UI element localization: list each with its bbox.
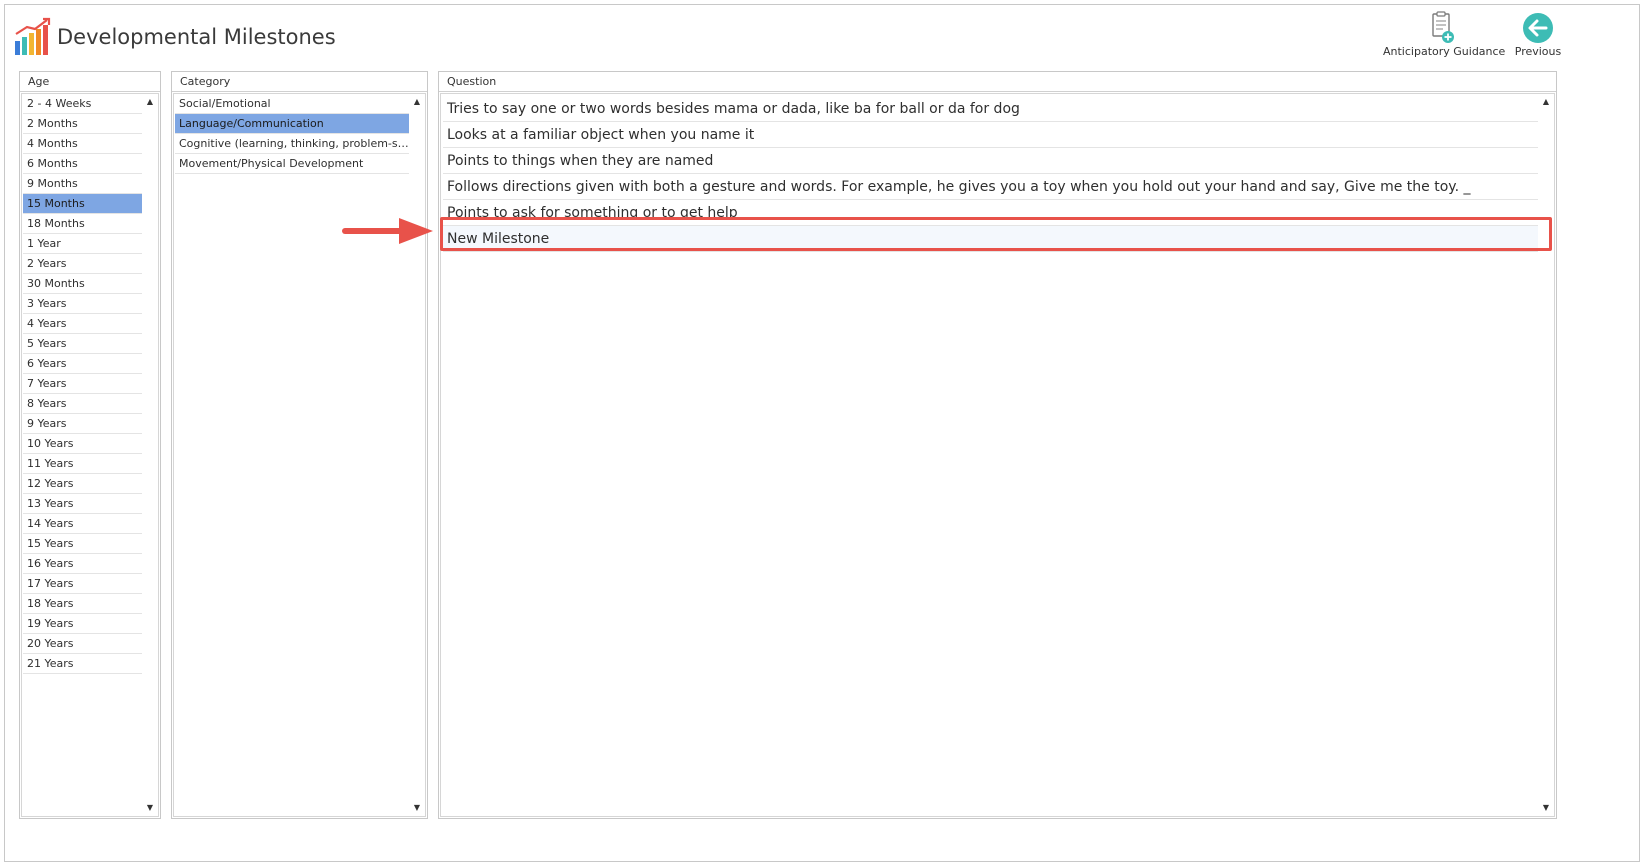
previous-button[interactable]: Previous xyxy=(1513,11,1563,58)
main-window: Developmental Milestones Anticipatory Gu… xyxy=(4,4,1640,862)
age-list-item[interactable]: 20 Years xyxy=(23,634,145,654)
anticipatory-guidance-button[interactable]: Anticipatory Guidance xyxy=(1383,11,1506,58)
page-title: Developmental Milestones xyxy=(57,25,336,49)
category-header: Category xyxy=(172,72,427,92)
question-list-item[interactable]: Points to things when they are named xyxy=(443,148,1539,174)
anticipatory-guidance-label: Anticipatory Guidance xyxy=(1383,45,1506,58)
age-header: Age xyxy=(20,72,160,92)
age-list-item[interactable]: 6 Years xyxy=(23,354,145,374)
age-list-item[interactable]: 10 Years xyxy=(23,434,145,454)
bar-chart-growth-icon xyxy=(15,17,51,55)
question-scrollbar[interactable]: ▲ ▼ xyxy=(1538,94,1554,816)
question-list: Tries to say one or two words besides ma… xyxy=(440,93,1555,817)
question-list-item[interactable]: Tries to say one or two words besides ma… xyxy=(443,96,1539,122)
scroll-down-icon[interactable]: ▼ xyxy=(1538,800,1554,816)
age-list-item[interactable]: 30 Months xyxy=(23,274,145,294)
title-bar: Developmental Milestones xyxy=(9,15,609,61)
clipboard-add-icon xyxy=(1432,11,1454,43)
age-list-item[interactable]: 21 Years xyxy=(23,654,145,674)
age-list-item[interactable]: 18 Months xyxy=(23,214,145,234)
age-list-item[interactable]: 6 Months xyxy=(23,154,145,174)
age-list-item[interactable]: 8 Years xyxy=(23,394,145,414)
age-list-item[interactable]: 18 Years xyxy=(23,594,145,614)
scroll-up-icon[interactable]: ▲ xyxy=(409,94,425,110)
category-list: Social/Emotional Language/Communication Co… xyxy=(173,93,426,817)
age-list-item[interactable]: 2 - 4 Weeks xyxy=(23,94,145,114)
age-list-item[interactable]: 9 Months xyxy=(23,174,145,194)
category-list-item[interactable]: Cognitive (learning, thinking, problem-s… xyxy=(175,134,413,154)
age-list-item[interactable]: 4 Years xyxy=(23,314,145,334)
question-list-item[interactable]: New Milestone xyxy=(443,226,1539,252)
scroll-down-icon[interactable]: ▼ xyxy=(142,800,158,816)
age-list-item[interactable]: 5 Years xyxy=(23,334,145,354)
age-list-item[interactable]: 13 Years xyxy=(23,494,145,514)
question-list-items: Tries to say one or two words besides ma… xyxy=(443,96,1539,252)
age-list-item[interactable]: 7 Years xyxy=(23,374,145,394)
age-list-item[interactable]: 4 Months xyxy=(23,134,145,154)
scroll-up-icon[interactable]: ▲ xyxy=(142,94,158,110)
arrow-left-circle-icon xyxy=(1523,13,1553,43)
age-list-item[interactable]: 19 Years xyxy=(23,614,145,634)
age-list-item[interactable]: 15 Years xyxy=(23,534,145,554)
previous-label: Previous xyxy=(1514,45,1562,58)
age-list-items: 2 - 4 Weeks 2 Months 4 Months 6 Months 9 Mon… xyxy=(23,94,145,674)
age-list: 2 - 4 Weeks 2 Months 4 Months 6 Months 9 Mon… xyxy=(21,93,159,817)
age-list-item[interactable]: 17 Years xyxy=(23,574,145,594)
age-list-item[interactable]: 11 Years xyxy=(23,454,145,474)
age-list-item[interactable]: 15 Months xyxy=(23,194,145,214)
category-panel: Category Social/Emotional Language/Commun… xyxy=(171,71,428,819)
age-list-item[interactable]: 16 Years xyxy=(23,554,145,574)
age-list-item[interactable]: 9 Years xyxy=(23,414,145,434)
age-list-item[interactable]: 2 Years xyxy=(23,254,145,274)
question-list-item[interactable]: Points to ask for something or to get he… xyxy=(443,200,1539,226)
question-list-item[interactable]: Follows directions given with both a ges… xyxy=(443,174,1539,200)
age-list-item[interactable]: 3 Years xyxy=(23,294,145,314)
category-list-items: Social/Emotional Language/Communication Co… xyxy=(175,94,413,174)
age-list-item[interactable]: 14 Years xyxy=(23,514,145,534)
age-panel: Age 2 - 4 Weeks 2 Months 4 Months 6 Months 9… xyxy=(19,71,161,819)
scroll-up-icon[interactable]: ▲ xyxy=(1538,94,1554,110)
age-scrollbar[interactable]: ▲ ▼ xyxy=(142,94,158,816)
category-list-item[interactable]: Movement/Physical Development xyxy=(175,154,413,174)
question-header: Question xyxy=(439,72,1556,92)
category-list-item[interactable]: Language/Communication xyxy=(175,114,413,134)
question-panel: Question Tries to say one or two words b… xyxy=(438,71,1557,819)
age-list-item[interactable]: 2 Months xyxy=(23,114,145,134)
age-list-item[interactable]: 12 Years xyxy=(23,474,145,494)
category-scrollbar[interactable]: ▲ ▼ xyxy=(409,94,425,816)
scroll-down-icon[interactable]: ▼ xyxy=(409,800,425,816)
question-list-item[interactable]: Looks at a familiar object when you name… xyxy=(443,122,1539,148)
category-list-item[interactable]: Social/Emotional xyxy=(175,94,413,114)
age-list-item[interactable]: 1 Year xyxy=(23,234,145,254)
